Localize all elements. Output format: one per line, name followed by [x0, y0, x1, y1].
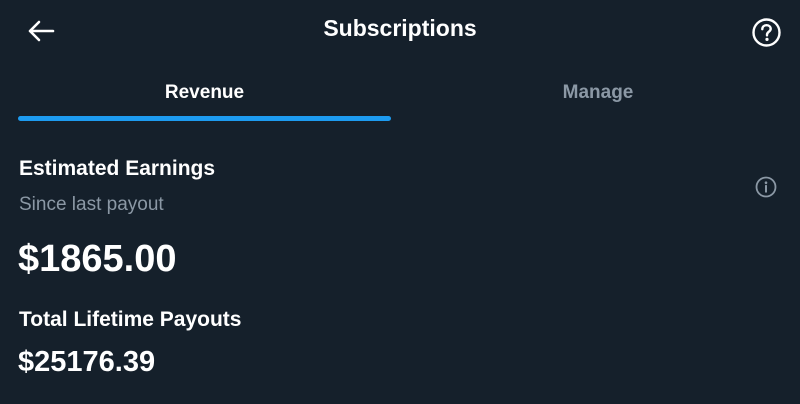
estimated-earnings-label: Estimated Earnings [19, 157, 216, 180]
info-circle-icon [755, 176, 777, 198]
tab-bar: Revenue Manage [0, 62, 800, 124]
help-button[interactable] [751, 17, 782, 48]
top-bar: Subscriptions [0, 0, 800, 62]
total-lifetime-payouts-amount: $25176.39 [18, 346, 156, 378]
tab-revenue[interactable]: Revenue [18, 62, 391, 124]
tab-revenue-label: Revenue [164, 82, 245, 103]
active-tab-indicator [18, 116, 391, 121]
tab-manage-label: Manage [562, 82, 634, 103]
earnings-info-button[interactable] [755, 176, 777, 198]
since-last-payout-label: Since last payout [19, 194, 164, 215]
question-circle-icon [752, 18, 781, 47]
page-title: Subscriptions [323, 15, 477, 41]
tab-manage[interactable]: Manage [400, 62, 796, 124]
estimated-earnings-amount: $1865.00 [18, 238, 177, 280]
total-lifetime-payouts-label: Total Lifetime Payouts [19, 308, 242, 331]
